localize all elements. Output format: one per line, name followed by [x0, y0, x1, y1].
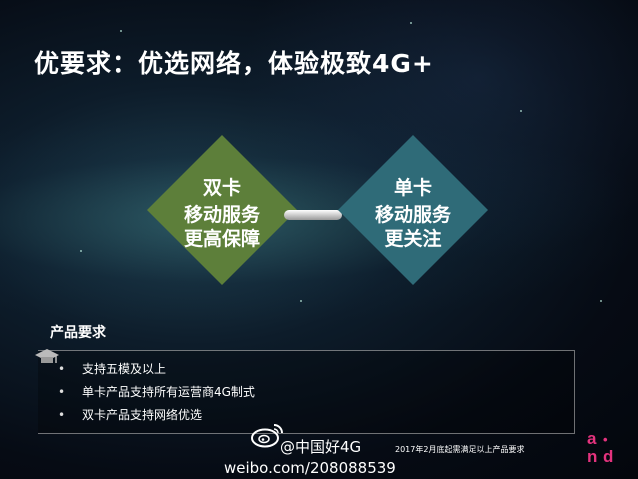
requirements-heading: 产品要求 — [50, 325, 106, 341]
star — [120, 30, 122, 32]
star — [600, 300, 602, 302]
diamond-right-line1: 单卡 — [393, 177, 432, 199]
requirement-text: 单卡产品支持所有运营商4G制式 — [82, 385, 255, 399]
svg-text:•: • — [603, 432, 608, 447]
star — [520, 110, 522, 112]
connector-bar — [284, 210, 342, 220]
diamond-text-right: 单卡 移动服务 更关注 — [338, 173, 488, 251]
weibo-url: weibo.com/208088539 — [224, 459, 396, 477]
graduation-cap-icon — [35, 349, 59, 363]
diamond-single-card: 单卡 移动服务 更关注 — [338, 135, 488, 285]
weibo-handle: @中国好4G — [280, 438, 362, 456]
star — [80, 250, 82, 252]
requirement-text: 双卡产品支持网络优选 — [82, 408, 203, 422]
diamond-left-line2: 移动服务 — [183, 204, 260, 226]
slide-title: 优要求：优选网络，体验极致4G+ — [34, 49, 434, 78]
weibo-icon — [251, 424, 283, 448]
diamond-right-line3: 更关注 — [384, 228, 442, 250]
diamond-left-line1: 双卡 — [202, 177, 241, 199]
list-item: • 单卡产品支持所有运营商4G制式 — [58, 382, 255, 405]
svg-text:n: n — [587, 447, 597, 466]
star — [300, 300, 302, 302]
diamond-text-left: 双卡 移动服务 更高保障 — [147, 173, 297, 251]
and-logo-icon: a • n d — [587, 429, 613, 466]
bullet: • — [58, 362, 66, 376]
diamond-right-line2: 移动服务 — [374, 204, 451, 226]
bullet: • — [58, 385, 66, 399]
star — [410, 22, 412, 24]
list-item: • 支持五模及以上 — [58, 359, 255, 382]
requirement-text: 支持五模及以上 — [82, 362, 167, 376]
bullet: • — [58, 408, 66, 422]
svg-text:d: d — [603, 447, 613, 466]
diamond-left-line3: 更高保障 — [183, 228, 260, 250]
list-item: • 双卡产品支持网络优选 — [58, 405, 255, 428]
svg-text:a: a — [587, 429, 597, 448]
requirements-list: • 支持五模及以上 • 单卡产品支持所有运营商4G制式 • 双卡产品支持网络优选 — [58, 359, 255, 428]
footer-note: 2017年2月底起需满足以上产品要求 — [395, 445, 525, 454]
diamond-dual-card: 双卡 移动服务 更高保障 — [147, 135, 297, 285]
